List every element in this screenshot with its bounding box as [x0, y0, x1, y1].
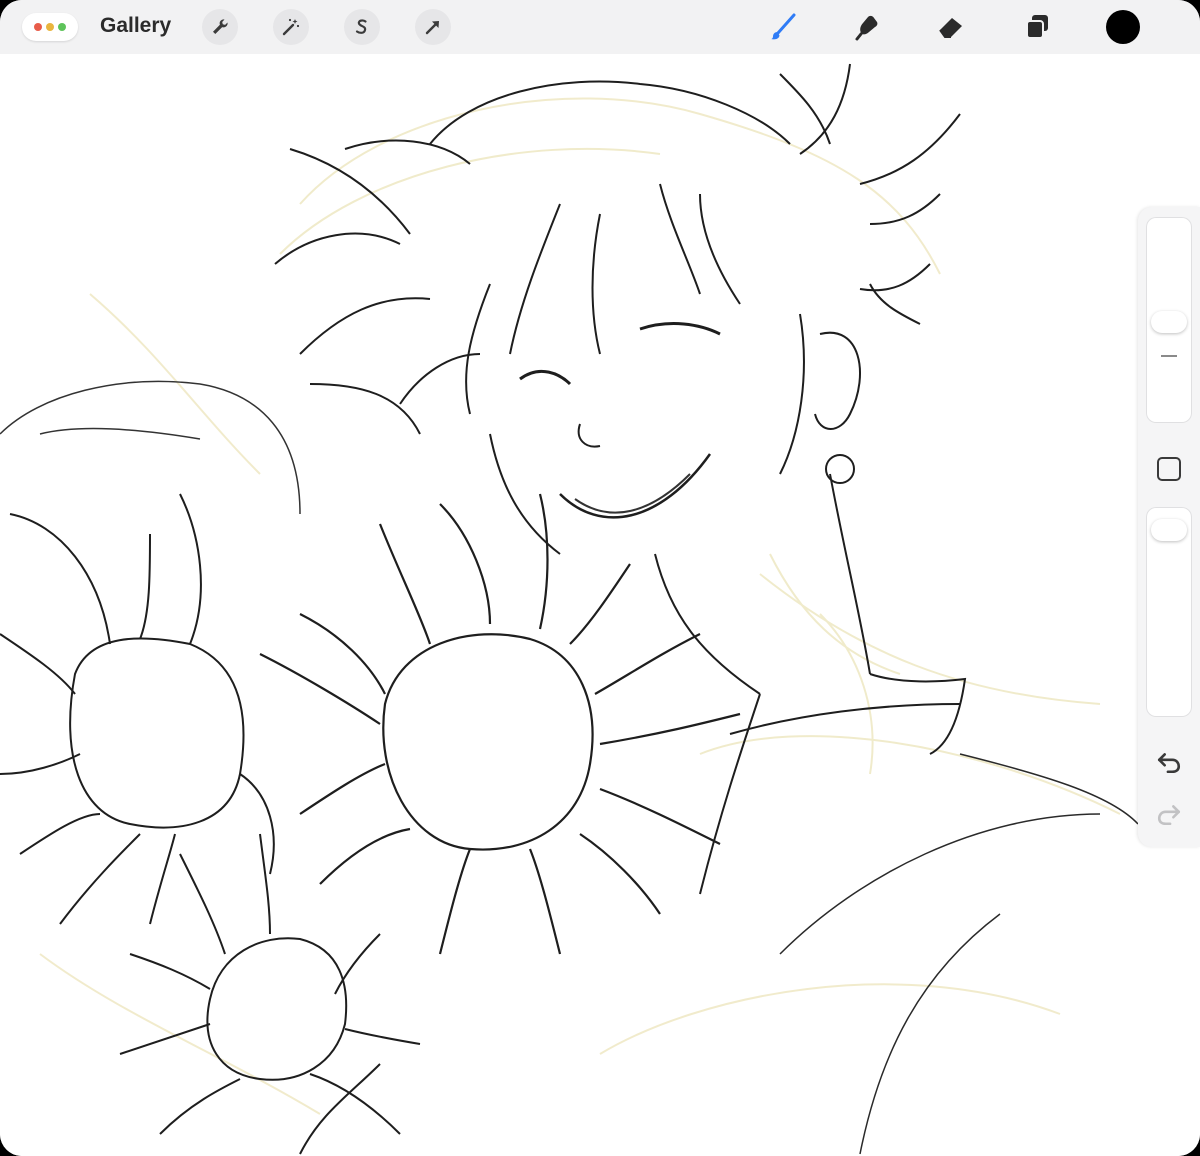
opacity-knob[interactable] [1151, 519, 1187, 541]
procreate-app: Gallery [0, 0, 1200, 1156]
green-dot-icon [58, 23, 66, 31]
magic-wand-icon [282, 18, 300, 36]
redo-button[interactable] [1152, 797, 1186, 831]
eraser-icon [939, 18, 962, 38]
yellow-dot-icon [46, 23, 54, 31]
transform-arrow-icon [425, 21, 439, 35]
color-picker-button[interactable] [1106, 10, 1140, 44]
undo-icon [1157, 753, 1181, 774]
red-dot-icon [34, 23, 42, 31]
eraser-tool-button[interactable] [932, 8, 970, 46]
size-indicator-line [1161, 355, 1177, 357]
brush-tool-button[interactable] [764, 8, 802, 46]
smudge-tool-button[interactable] [848, 8, 886, 46]
opacity-slider[interactable] [1146, 507, 1192, 717]
selection-button[interactable] [344, 9, 380, 45]
drawing-canvas[interactable] [0, 54, 1200, 1156]
gallery-button[interactable]: Gallery [100, 14, 171, 38]
layers-button[interactable] [1018, 8, 1056, 46]
modify-square-icon [1157, 457, 1181, 481]
brush-icon [771, 13, 796, 40]
redo-icon [1157, 805, 1181, 826]
line-art-sketch [0, 63, 1139, 1155]
selection-icon [355, 19, 367, 34]
layers-icon [1026, 15, 1048, 39]
wrench-icon [213, 19, 228, 34]
actions-button[interactable] [202, 9, 238, 45]
window-menu-button[interactable] [22, 13, 78, 41]
brush-size-slider[interactable] [1146, 217, 1192, 423]
smudge-icon [855, 15, 878, 41]
modify-button[interactable] [1152, 452, 1186, 486]
brush-size-knob[interactable] [1151, 311, 1187, 333]
side-toolbar [1138, 207, 1200, 847]
transform-button[interactable] [415, 9, 451, 45]
top-toolbar: Gallery [0, 0, 1200, 54]
undo-button[interactable] [1152, 745, 1186, 779]
adjustments-button[interactable] [273, 9, 309, 45]
